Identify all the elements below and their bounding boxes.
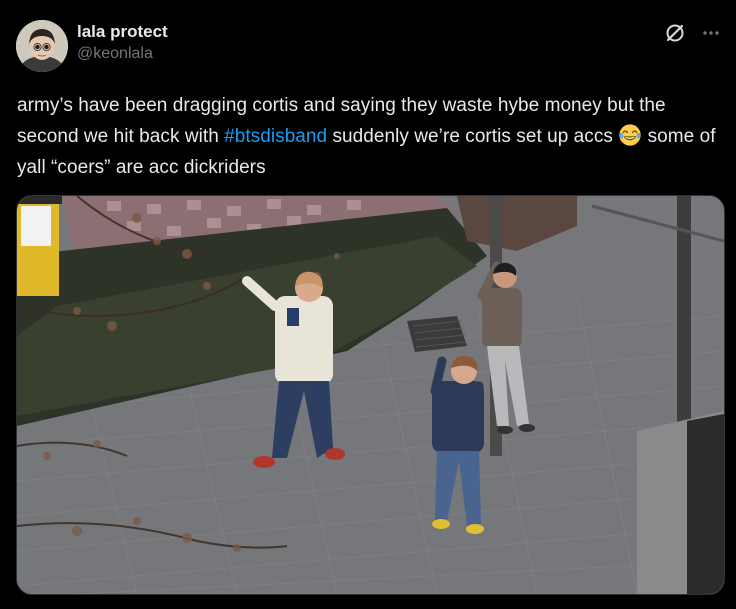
avatar[interactable] [16,20,68,72]
more-options-icon[interactable] [700,22,722,44]
tweet-media-photo[interactable] [16,195,725,595]
tweet-text: army’s have been dragging cortis and say… [17,90,722,183]
tweet-top-actions [664,22,722,44]
tweet-card: lala protect @keonlala army’s have been … [0,0,736,609]
face-with-tears-of-joy-icon [619,124,641,146]
grok-icon[interactable] [664,22,686,44]
hashtag-link[interactable]: #btsdisband [224,126,327,147]
photo-scene [17,196,724,594]
display-name[interactable]: lala protect [77,22,168,42]
user-handle[interactable]: @keonlala [77,44,168,64]
user-avatar-icon [16,20,68,72]
tweet-text-part: suddenly we’re cortis set up accs [327,126,619,147]
tweet-header: lala protect @keonlala [77,22,168,64]
